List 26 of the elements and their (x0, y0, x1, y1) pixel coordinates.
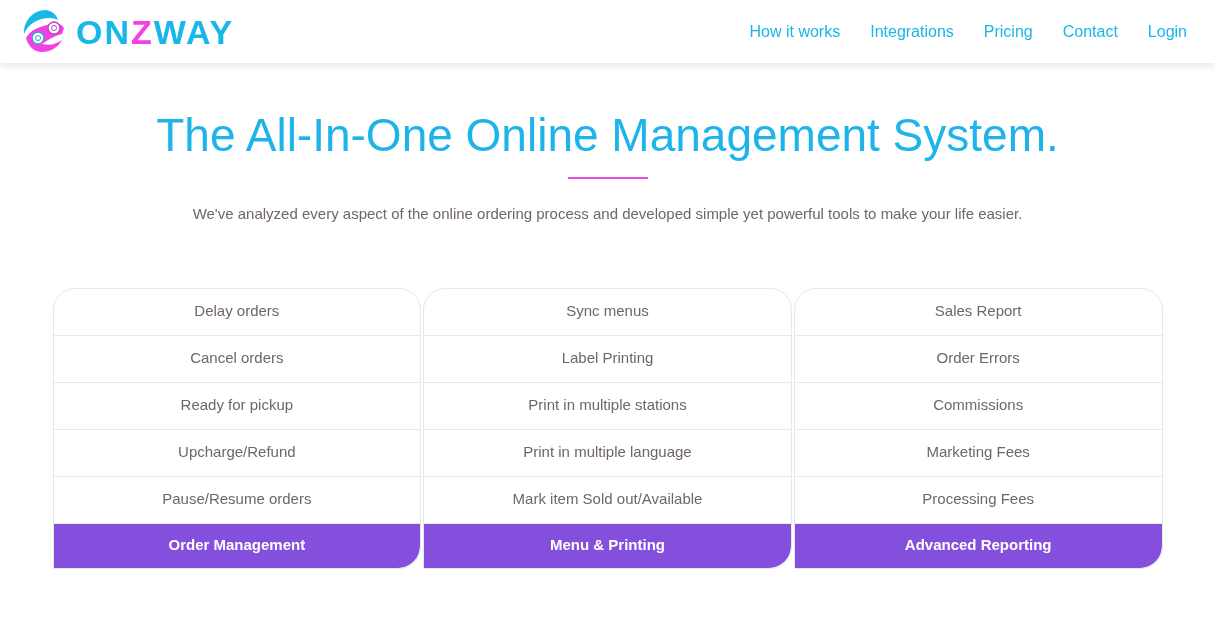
feature-category: Menu & Printing (424, 523, 791, 568)
nav-link[interactable]: Integrations (870, 19, 954, 44)
feature-item: Marketing Fees (794, 429, 1162, 477)
feature-item: Print in multiple language (424, 429, 791, 477)
nav-link[interactable]: Pricing (983, 19, 1033, 44)
feature-item: Upcharge/Refund (53, 429, 421, 477)
feature-item: Ready for pickup (53, 382, 421, 430)
feature-category: Order Management (53, 523, 421, 568)
nav-link[interactable]: Login (1147, 19, 1187, 44)
feature-item: Processing Fees (794, 476, 1162, 524)
feature-item: Label Printing (424, 335, 791, 383)
feature-item: Delay orders (53, 288, 421, 336)
feature-item: Print in multiple stations (424, 382, 791, 430)
nav-link[interactable]: How it works (749, 19, 841, 44)
feature-item: Sync menus (424, 288, 791, 336)
feature-item: Commissions (794, 382, 1162, 430)
feature-item: Pause/Resume orders (53, 476, 421, 524)
page-title: The All-In-One Online Management System. (156, 108, 1059, 163)
subtitle: We've analyzed every aspect of the online ordering process and developed simple yet powerful tools to make your life easier. (192, 204, 1023, 224)
logo-text: ONZWAY (76, 14, 235, 49)
feature-category: Advanced Reporting (794, 523, 1162, 568)
feature-item: Order Errors (794, 335, 1162, 383)
nav-link[interactable]: Contact (1062, 19, 1118, 44)
feature-item: Sales Report (794, 288, 1162, 336)
feature-item: Cancel orders (53, 335, 421, 383)
feature-item: Mark item Sold out/Available (424, 476, 791, 524)
